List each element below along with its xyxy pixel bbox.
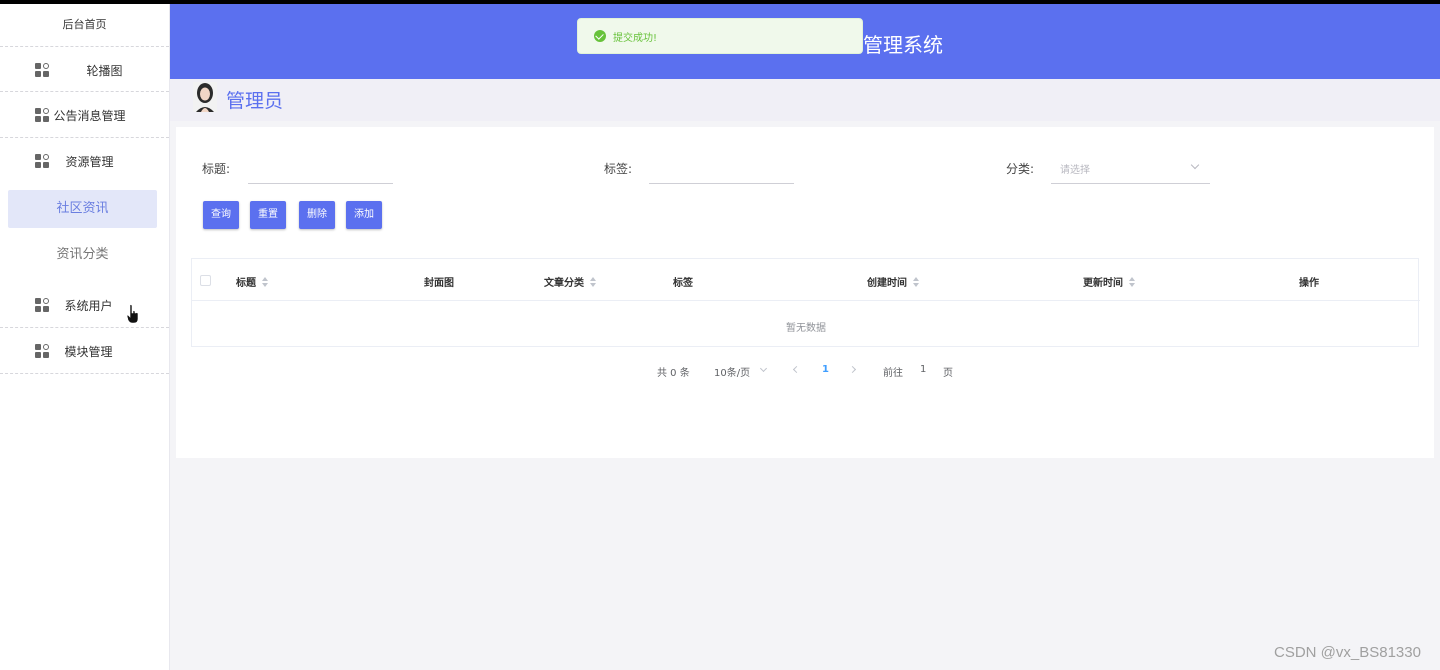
table-header: 标题 封面图 文章分类 标签 创建时间 更新时间 操作 xyxy=(192,259,1420,301)
query-button[interactable]: 查询 xyxy=(203,201,239,229)
watermark: CSDN @vx_BS81330 xyxy=(1274,644,1421,661)
sort-icon[interactable] xyxy=(590,276,596,287)
sidebar: 后台首页 轮播图 公告消息管理 资源管理 社区资讯 资讯分类 系统用户 模块管理 xyxy=(0,4,170,670)
category-select[interactable]: 请选择 xyxy=(1051,152,1210,184)
sort-icon[interactable] xyxy=(913,276,919,287)
column-header-created[interactable]: 创建时间 xyxy=(867,274,919,289)
sidebar-subitem-news-category[interactable]: 资讯分类 xyxy=(8,236,157,274)
user-bar: 管理员 xyxy=(170,79,1440,121)
column-header-actions: 操作 xyxy=(1299,278,1319,289)
title-filter-input[interactable] xyxy=(248,152,393,184)
tag-filter-input[interactable] xyxy=(649,152,794,184)
sort-icon[interactable] xyxy=(1129,276,1135,287)
column-header-cover: 封面图 xyxy=(424,278,454,289)
avatar[interactable] xyxy=(193,82,217,112)
add-button[interactable]: 添加 xyxy=(346,201,382,229)
goto-label: 前往 xyxy=(883,368,903,379)
sidebar-item-modules[interactable]: 模块管理 xyxy=(0,328,169,374)
column-header-updated[interactable]: 更新时间 xyxy=(1083,274,1135,289)
column-header-title[interactable]: 标题 xyxy=(236,274,268,289)
sidebar-item-label: 模块管理 xyxy=(64,345,113,359)
sort-icon[interactable] xyxy=(262,276,268,287)
sidebar-item-label: 资源管理 xyxy=(65,155,114,169)
chevron-down-icon[interactable] xyxy=(759,364,768,373)
column-header-category[interactable]: 文章分类 xyxy=(544,274,596,289)
app-title: 管理系统 xyxy=(863,33,943,57)
sidebar-item-label: 轮播图 xyxy=(86,64,123,78)
goto-page-input[interactable]: 1 xyxy=(920,364,926,375)
reset-button[interactable]: 重置 xyxy=(250,201,286,229)
data-table: 标题 封面图 文章分类 标签 创建时间 更新时间 操作 暂无数据 xyxy=(191,258,1420,347)
delete-button[interactable]: 删除 xyxy=(299,201,335,229)
page-number-current[interactable]: 1 xyxy=(822,364,829,375)
column-header-tag: 标签 xyxy=(673,278,693,289)
chevron-down-icon xyxy=(1190,160,1200,170)
page-suffix: 页 xyxy=(943,368,953,379)
hand-cursor-icon xyxy=(126,304,139,324)
tag-filter-label: 标签: xyxy=(604,162,633,176)
sidebar-item-resources[interactable]: 资源管理 xyxy=(0,138,169,184)
sidebar-item-system-users[interactable]: 系统用户 xyxy=(0,282,169,328)
sidebar-subitem-community-news[interactable]: 社区资讯 xyxy=(8,190,157,228)
pagination-total: 共 0 条 xyxy=(657,368,690,379)
empty-state-text: 暂无数据 xyxy=(786,323,826,334)
check-circle-icon xyxy=(594,30,606,42)
select-all-checkbox[interactable] xyxy=(200,275,211,286)
user-name: 管理员 xyxy=(226,90,284,112)
next-page-icon[interactable] xyxy=(848,365,857,374)
category-placeholder: 请选择 xyxy=(1060,165,1090,176)
toast-message: 提交成功! xyxy=(613,32,658,44)
sidebar-item-label: 系统用户 xyxy=(64,299,113,313)
success-toast: 提交成功! xyxy=(577,18,863,54)
category-filter-label: 分类: xyxy=(1006,162,1035,176)
sidebar-home-link[interactable]: 后台首页 xyxy=(0,4,169,46)
content-card: 标题: 标签: 分类: 请选择 查询 重置 删除 添加 标题 封面图 文章分类 … xyxy=(176,127,1434,458)
sidebar-item-announcements[interactable]: 公告消息管理 xyxy=(0,92,169,138)
page-size-select[interactable]: 10条/页 xyxy=(714,364,750,379)
prev-page-icon[interactable] xyxy=(792,365,801,374)
sidebar-item-carousel[interactable]: 轮播图 xyxy=(0,46,169,92)
title-filter-label: 标题: xyxy=(202,162,231,176)
sidebar-item-label: 公告消息管理 xyxy=(53,109,126,123)
